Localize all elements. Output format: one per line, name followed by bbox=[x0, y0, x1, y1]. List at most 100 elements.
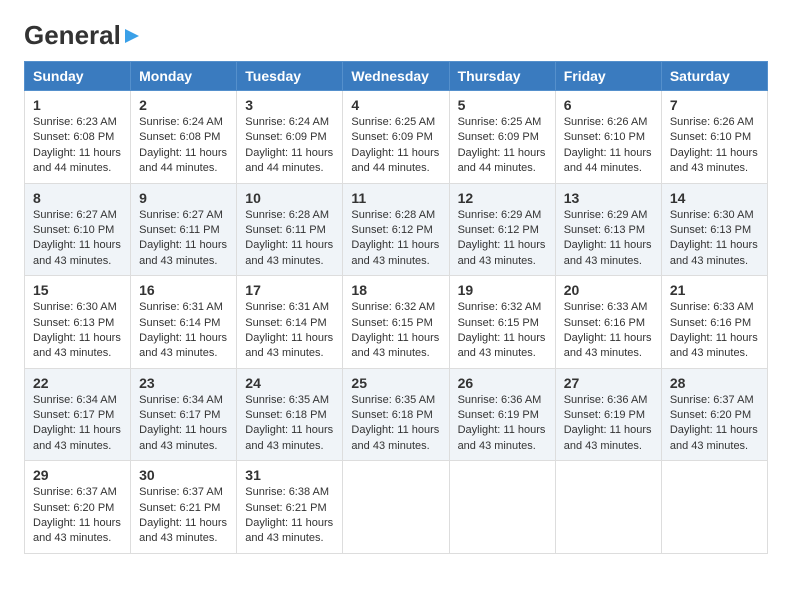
calendar-week-row: 15 Sunrise: 6:30 AM Sunset: 6:13 PM Dayl… bbox=[25, 276, 768, 369]
calendar-header-row: SundayMondayTuesdayWednesdayThursdayFrid… bbox=[25, 62, 768, 91]
calendar-cell: 14 Sunrise: 6:30 AM Sunset: 6:13 PM Dayl… bbox=[661, 183, 767, 276]
day-info: Sunrise: 6:32 AM Sunset: 6:15 PM Dayligh… bbox=[458, 300, 547, 362]
day-number: 14 bbox=[670, 190, 759, 206]
day-number: 21 bbox=[670, 282, 759, 298]
day-number: 26 bbox=[458, 375, 547, 391]
day-number: 2 bbox=[139, 97, 228, 113]
day-info: Sunrise: 6:28 AM Sunset: 6:11 PM Dayligh… bbox=[245, 208, 334, 270]
day-number: 31 bbox=[245, 467, 334, 483]
calendar-week-row: 1 Sunrise: 6:23 AM Sunset: 6:08 PM Dayli… bbox=[25, 91, 768, 184]
day-info: Sunrise: 6:27 AM Sunset: 6:10 PM Dayligh… bbox=[33, 208, 122, 270]
day-number: 12 bbox=[458, 190, 547, 206]
calendar-cell: 5 Sunrise: 6:25 AM Sunset: 6:09 PM Dayli… bbox=[449, 91, 555, 184]
day-info: Sunrise: 6:38 AM Sunset: 6:21 PM Dayligh… bbox=[245, 485, 334, 547]
calendar-cell: 21 Sunrise: 6:33 AM Sunset: 6:16 PM Dayl… bbox=[661, 276, 767, 369]
weekday-header-monday: Monday bbox=[131, 62, 237, 91]
day-info: Sunrise: 6:29 AM Sunset: 6:12 PM Dayligh… bbox=[458, 208, 547, 270]
calendar-cell: 11 Sunrise: 6:28 AM Sunset: 6:12 PM Dayl… bbox=[343, 183, 449, 276]
weekday-header-wednesday: Wednesday bbox=[343, 62, 449, 91]
calendar-cell: 31 Sunrise: 6:38 AM Sunset: 6:21 PM Dayl… bbox=[237, 461, 343, 554]
day-number: 13 bbox=[564, 190, 653, 206]
calendar-cell: 27 Sunrise: 6:36 AM Sunset: 6:19 PM Dayl… bbox=[555, 368, 661, 461]
day-number: 11 bbox=[351, 190, 440, 206]
calendar-cell: 13 Sunrise: 6:29 AM Sunset: 6:13 PM Dayl… bbox=[555, 183, 661, 276]
calendar-cell: 20 Sunrise: 6:33 AM Sunset: 6:16 PM Dayl… bbox=[555, 276, 661, 369]
calendar-cell: 26 Sunrise: 6:36 AM Sunset: 6:19 PM Dayl… bbox=[449, 368, 555, 461]
day-number: 15 bbox=[33, 282, 122, 298]
day-info: Sunrise: 6:23 AM Sunset: 6:08 PM Dayligh… bbox=[33, 115, 122, 177]
calendar-cell: 19 Sunrise: 6:32 AM Sunset: 6:15 PM Dayl… bbox=[449, 276, 555, 369]
day-info: Sunrise: 6:33 AM Sunset: 6:16 PM Dayligh… bbox=[564, 300, 653, 362]
calendar-cell: 16 Sunrise: 6:31 AM Sunset: 6:14 PM Dayl… bbox=[131, 276, 237, 369]
day-number: 27 bbox=[564, 375, 653, 391]
day-number: 22 bbox=[33, 375, 122, 391]
day-info: Sunrise: 6:26 AM Sunset: 6:10 PM Dayligh… bbox=[670, 115, 759, 177]
day-info: Sunrise: 6:34 AM Sunset: 6:17 PM Dayligh… bbox=[33, 393, 122, 455]
calendar-week-row: 22 Sunrise: 6:34 AM Sunset: 6:17 PM Dayl… bbox=[25, 368, 768, 461]
weekday-header-sunday: Sunday bbox=[25, 62, 131, 91]
day-info: Sunrise: 6:28 AM Sunset: 6:12 PM Dayligh… bbox=[351, 208, 440, 270]
day-info: Sunrise: 6:27 AM Sunset: 6:11 PM Dayligh… bbox=[139, 208, 228, 270]
calendar-cell: 29 Sunrise: 6:37 AM Sunset: 6:20 PM Dayl… bbox=[25, 461, 131, 554]
calendar-cell: 22 Sunrise: 6:34 AM Sunset: 6:17 PM Dayl… bbox=[25, 368, 131, 461]
day-number: 10 bbox=[245, 190, 334, 206]
day-info: Sunrise: 6:24 AM Sunset: 6:09 PM Dayligh… bbox=[245, 115, 334, 177]
weekday-header-friday: Friday bbox=[555, 62, 661, 91]
day-info: Sunrise: 6:35 AM Sunset: 6:18 PM Dayligh… bbox=[245, 393, 334, 455]
calendar-cell: 4 Sunrise: 6:25 AM Sunset: 6:09 PM Dayli… bbox=[343, 91, 449, 184]
calendar-cell: 2 Sunrise: 6:24 AM Sunset: 6:08 PM Dayli… bbox=[131, 91, 237, 184]
calendar-cell: 15 Sunrise: 6:30 AM Sunset: 6:13 PM Dayl… bbox=[25, 276, 131, 369]
day-info: Sunrise: 6:25 AM Sunset: 6:09 PM Dayligh… bbox=[351, 115, 440, 177]
calendar-cell: 25 Sunrise: 6:35 AM Sunset: 6:18 PM Dayl… bbox=[343, 368, 449, 461]
day-info: Sunrise: 6:30 AM Sunset: 6:13 PM Dayligh… bbox=[33, 300, 122, 362]
day-number: 18 bbox=[351, 282, 440, 298]
day-info: Sunrise: 6:37 AM Sunset: 6:21 PM Dayligh… bbox=[139, 485, 228, 547]
calendar-table: SundayMondayTuesdayWednesdayThursdayFrid… bbox=[24, 61, 768, 554]
logo: General bbox=[24, 20, 141, 47]
calendar-cell: 12 Sunrise: 6:29 AM Sunset: 6:12 PM Dayl… bbox=[449, 183, 555, 276]
calendar-cell: 23 Sunrise: 6:34 AM Sunset: 6:17 PM Dayl… bbox=[131, 368, 237, 461]
day-info: Sunrise: 6:36 AM Sunset: 6:19 PM Dayligh… bbox=[564, 393, 653, 455]
weekday-header-saturday: Saturday bbox=[661, 62, 767, 91]
calendar-cell: 24 Sunrise: 6:35 AM Sunset: 6:18 PM Dayl… bbox=[237, 368, 343, 461]
calendar-cell bbox=[343, 461, 449, 554]
day-info: Sunrise: 6:31 AM Sunset: 6:14 PM Dayligh… bbox=[245, 300, 334, 362]
day-number: 30 bbox=[139, 467, 228, 483]
day-info: Sunrise: 6:31 AM Sunset: 6:14 PM Dayligh… bbox=[139, 300, 228, 362]
day-number: 24 bbox=[245, 375, 334, 391]
weekday-header-thursday: Thursday bbox=[449, 62, 555, 91]
day-info: Sunrise: 6:33 AM Sunset: 6:16 PM Dayligh… bbox=[670, 300, 759, 362]
calendar-cell: 10 Sunrise: 6:28 AM Sunset: 6:11 PM Dayl… bbox=[237, 183, 343, 276]
day-number: 23 bbox=[139, 375, 228, 391]
page-header: General bbox=[24, 20, 768, 47]
calendar-cell: 28 Sunrise: 6:37 AM Sunset: 6:20 PM Dayl… bbox=[661, 368, 767, 461]
day-info: Sunrise: 6:29 AM Sunset: 6:13 PM Dayligh… bbox=[564, 208, 653, 270]
calendar-cell bbox=[661, 461, 767, 554]
day-info: Sunrise: 6:24 AM Sunset: 6:08 PM Dayligh… bbox=[139, 115, 228, 177]
day-info: Sunrise: 6:35 AM Sunset: 6:18 PM Dayligh… bbox=[351, 393, 440, 455]
calendar-cell: 17 Sunrise: 6:31 AM Sunset: 6:14 PM Dayl… bbox=[237, 276, 343, 369]
day-number: 1 bbox=[33, 97, 122, 113]
day-info: Sunrise: 6:37 AM Sunset: 6:20 PM Dayligh… bbox=[670, 393, 759, 455]
day-number: 5 bbox=[458, 97, 547, 113]
day-number: 29 bbox=[33, 467, 122, 483]
day-info: Sunrise: 6:34 AM Sunset: 6:17 PM Dayligh… bbox=[139, 393, 228, 455]
calendar-cell: 18 Sunrise: 6:32 AM Sunset: 6:15 PM Dayl… bbox=[343, 276, 449, 369]
calendar-cell: 9 Sunrise: 6:27 AM Sunset: 6:11 PM Dayli… bbox=[131, 183, 237, 276]
calendar-cell: 8 Sunrise: 6:27 AM Sunset: 6:10 PM Dayli… bbox=[25, 183, 131, 276]
day-number: 28 bbox=[670, 375, 759, 391]
day-number: 25 bbox=[351, 375, 440, 391]
day-number: 20 bbox=[564, 282, 653, 298]
day-number: 9 bbox=[139, 190, 228, 206]
logo-general-text: General bbox=[24, 20, 121, 51]
calendar-cell bbox=[449, 461, 555, 554]
weekday-header-tuesday: Tuesday bbox=[237, 62, 343, 91]
day-info: Sunrise: 6:30 AM Sunset: 6:13 PM Dayligh… bbox=[670, 208, 759, 270]
calendar-cell bbox=[555, 461, 661, 554]
day-info: Sunrise: 6:26 AM Sunset: 6:10 PM Dayligh… bbox=[564, 115, 653, 177]
day-number: 3 bbox=[245, 97, 334, 113]
calendar-cell: 1 Sunrise: 6:23 AM Sunset: 6:08 PM Dayli… bbox=[25, 91, 131, 184]
day-number: 8 bbox=[33, 190, 122, 206]
day-info: Sunrise: 6:25 AM Sunset: 6:09 PM Dayligh… bbox=[458, 115, 547, 177]
calendar-week-row: 29 Sunrise: 6:37 AM Sunset: 6:20 PM Dayl… bbox=[25, 461, 768, 554]
